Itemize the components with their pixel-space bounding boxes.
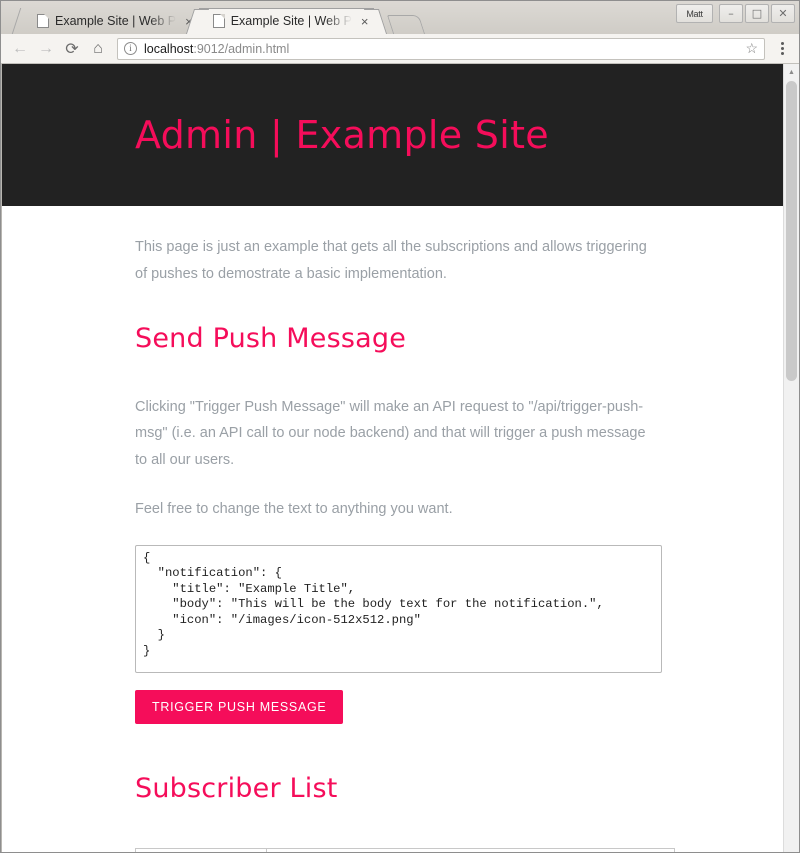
trigger-push-message-button[interactable]: TRIGGER PUSH MESSAGE: [135, 689, 344, 725]
page-scrollbar[interactable]: ▲: [783, 64, 799, 852]
close-icon: ✕: [778, 7, 788, 20]
reload-icon: ⟳: [65, 40, 79, 58]
column-header-endpoint: Endpoint: [266, 848, 675, 852]
browser-tab-1[interactable]: Example Site | Web P ×: [23, 8, 199, 34]
home-icon: ⌂: [93, 39, 103, 57]
main-content: This page is just an example that gets a…: [2, 206, 783, 852]
url-path: :9012/admin.html: [193, 41, 290, 56]
send-push-paragraph-1: Clicking "Trigger Push Message" will mak…: [135, 398, 646, 469]
back-button[interactable]: ←: [7, 36, 33, 62]
site-header: Admin | Example Site: [2, 64, 783, 206]
page-title: Admin | Example Site: [135, 113, 549, 157]
close-window-button[interactable]: ✕: [771, 4, 795, 23]
browser-menu-button[interactable]: [771, 36, 793, 62]
arrow-right-icon: →: [38, 39, 54, 57]
new-tab-button[interactable]: [387, 15, 426, 34]
home-button[interactable]: ⌂: [85, 36, 111, 62]
dot-icon: [780, 52, 784, 55]
table-header: Database ID Endpoint: [135, 848, 675, 852]
forward-button[interactable]: →: [33, 36, 59, 62]
subscriber-table: Database ID Endpoint lege3Q7Dxz3aVShL ht…: [135, 848, 675, 852]
send-push-paragraph-2: Feel free to change the text to anything…: [135, 501, 453, 517]
column-header-database-id: Database ID: [135, 848, 267, 852]
scrollbar-thumb[interactable]: [786, 81, 797, 381]
arrow-left-icon: ←: [12, 39, 28, 57]
dot-icon: [780, 42, 784, 45]
close-icon[interactable]: ×: [361, 15, 369, 28]
page-icon: [212, 14, 225, 28]
bookmark-star-icon[interactable]: ☆: [739, 40, 758, 57]
maximize-button[interactable]: □: [745, 4, 769, 23]
scroll-up-button[interactable]: ▲: [784, 64, 799, 80]
maximize-icon: □: [751, 7, 763, 20]
url-host: localhost: [144, 41, 194, 56]
intro-paragraph: This page is just an example that gets a…: [135, 239, 647, 282]
address-bar[interactable]: i localhost:9012/admin.html ☆: [117, 37, 765, 60]
minimize-icon: –: [728, 7, 734, 20]
table-header-row: Database ID Endpoint: [135, 848, 675, 852]
tab-strip: Example Site | Web P × Example Site | We…: [1, 1, 799, 34]
dot-icon: [780, 47, 784, 50]
subscriber-list-heading: Subscriber List: [135, 773, 338, 805]
browser-tab-2[interactable]: Example Site | Web P ×: [198, 8, 375, 34]
tab-list: Example Site | Web P × Example Site | We…: [23, 8, 426, 34]
browser-toolbar: ← → ⟳ ⌂ i localhost:9012/admin.html ☆: [1, 34, 799, 64]
page-content: Admin | Example Site This page is just a…: [2, 64, 783, 852]
browser-viewport: Admin | Example Site This page is just a…: [1, 64, 799, 852]
tab-title: Example Site | Web P: [230, 14, 352, 28]
window-controls: Matt – □ ✕: [676, 4, 795, 23]
browser-window: Example Site | Web P × Example Site | We…: [0, 0, 800, 853]
push-payload-textarea[interactable]: { "notification": { "title": "Example Ti…: [135, 544, 662, 673]
tab-title: Example Site | Web P: [55, 14, 177, 28]
reload-button[interactable]: ⟳: [59, 36, 85, 62]
user-profile-chip[interactable]: Matt: [676, 4, 713, 23]
page-icon: [37, 14, 49, 28]
minimize-button[interactable]: –: [719, 4, 743, 23]
site-info-icon[interactable]: i: [124, 42, 137, 55]
send-push-heading: Send Push Message: [135, 322, 407, 354]
